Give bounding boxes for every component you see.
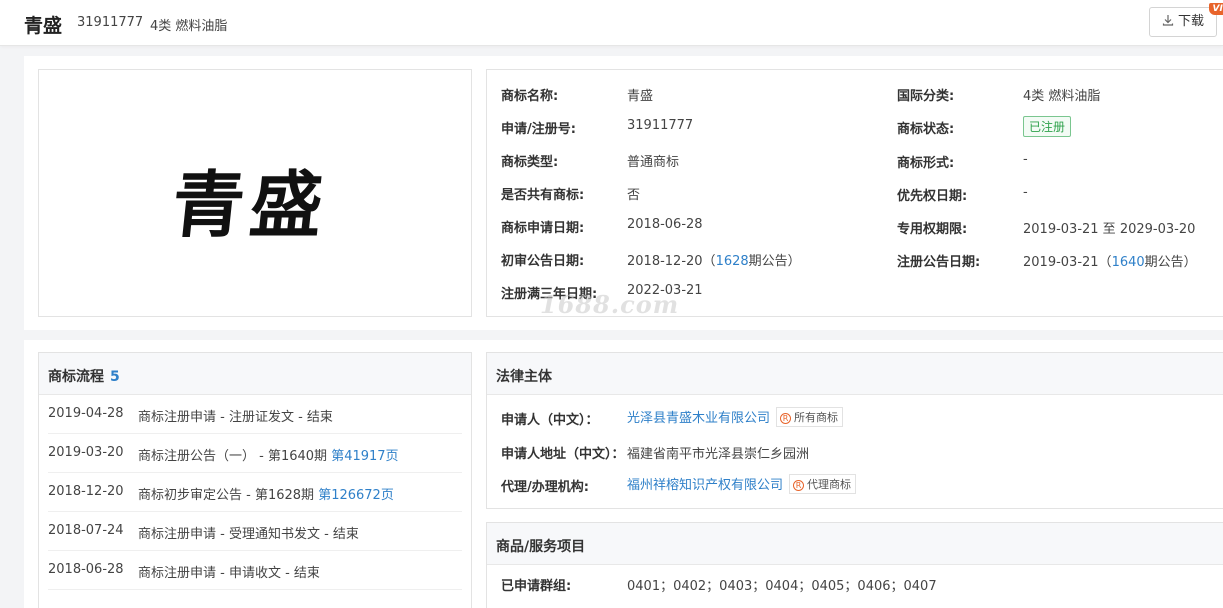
flow-desc: 商标注册申请 - 注册证发文 - 结束 [138,406,333,425]
vip-badge: VIP [1209,3,1223,15]
flow-row: 2018-07-24 商标注册申请 - 受理通知书发文 - 结束 [48,512,462,551]
agent-trademarks-tag[interactable]: R 代理商标 [789,474,857,494]
flow-title-text: 商标流程 [48,369,104,385]
flow-desc: 商标注册公告（一） - 第1640期 第41917页 [138,445,399,464]
agent-label: 代理/办理机构: [501,480,589,495]
label-form: 商标形式: [897,156,955,171]
flow-title: 商标流程 5 [48,366,120,386]
flow-desc-text: 商标注册申请 - 申请收文 - 结束 [138,566,320,581]
flow-desc-text: 商标注册公告（一） - 第1640期 [138,449,332,464]
flow-row: 2019-04-28 商标注册申请 - 注册证发文 - 结束 [48,395,462,434]
legal-title: 法律主体 [496,369,552,385]
all-trademarks-tag[interactable]: R 所有商标 [776,407,844,427]
download-icon [1162,15,1174,26]
label-status: 商标状态: [897,122,955,137]
flow-row: 2019-03-20 商标注册公告（一） - 第1640期 第41917页 [48,434,462,473]
flow-header: 商标流程 5 [39,353,471,395]
label-intl-class: 国际分类: [897,89,955,104]
agent-link[interactable]: 福州祥榕知识产权有限公司 [627,478,783,493]
registered-icon: R [780,413,792,424]
prelim-issue-link[interactable]: 1628 [716,254,749,269]
flow-desc: 商标注册申请 - 申请收文 - 结束 [138,562,320,581]
agent-value: 福州祥榕知识产权有限公司 R 代理商标 [627,474,857,494]
trademark-name: 青盛 [24,15,63,37]
flow-date: 2019-04-28 [48,406,124,421]
registered-icon: R [793,480,805,491]
flow-row: 2018-12-20 商标初步审定公告 - 第1628期 第126672页 [48,473,462,512]
label-priority-date: 优先权日期: [897,189,968,204]
label-type: 商标类型: [501,155,559,170]
label-prelim-date: 初审公告日期: [501,254,585,269]
trademark-info: 商标名称: 青盛 申请/注册号: 31911777 商标类型: 普通商标 是否共… [486,69,1223,317]
trademark-class: 4类 燃料油脂 [150,19,228,34]
value-shared: 否 [627,188,641,203]
value-form: - [1023,152,1028,167]
label-shared: 是否共有商标: [501,188,585,203]
address-label: 申请人地址（中文）： [501,447,625,462]
goods-title: 商品/服务项目 [496,539,586,555]
flow-date: 2018-06-28 [48,562,124,577]
trademark-image-box: 青盛 [38,69,472,317]
flow-desc-text: 商标注册申请 - 受理通知书发文 - 结束 [138,527,359,542]
registration-number: 31911777 [77,15,144,30]
value-apply-date: 2018-06-28 [627,217,703,232]
value-reg-notice-date: 2019-03-21（1640期公告） [1023,251,1197,270]
value-name: 青盛 [627,89,654,104]
value-intl-class: 4类 燃料油脂 [1023,89,1101,104]
prelim-date-text: 2018-12-20（ [627,254,716,269]
value-reg-no: 31911777 [627,118,694,133]
legal-header: 法律主体 [487,353,1223,395]
legal-entity: 法律主体 申请人（中文）： 光泽县青盛木业有限公司 R 所有商标 申请人地址（中文）… [486,352,1223,509]
flow-desc-text: 商标初步审定公告 - 第1628期 [138,488,319,503]
page-header: 青盛 31911777 4类 燃料油脂 下载 VIP [0,0,1223,46]
group-values: 0401；0402；0403；0404；0405；0406；0407 [627,579,937,594]
address-value: 福建省南平市光泽县崇仁乡园洲 [627,447,810,462]
value-exclusive-term: 2019-03-21 至 2029-03-20 [1023,222,1196,237]
flow-desc: 商标初步审定公告 - 第1628期 第126672页 [138,484,394,503]
trademark-flow: 商标流程 5 2019-04-28 商标注册申请 - 注册证发文 - 结束 201… [38,352,472,608]
flow-row: 2018-06-28 商标注册申请 - 申请收文 - 结束 [48,551,462,590]
flow-desc-text: 商标注册申请 - 注册证发文 - 结束 [138,410,333,425]
trademark-logo: 青盛 [167,162,333,247]
status-badge: 已注册 [1023,116,1072,137]
download-button[interactable]: 下载 [1149,7,1217,37]
flow-date: 2019-03-20 [48,445,124,460]
download-label: 下载 [1177,14,1204,29]
flow-date: 2018-12-20 [48,484,124,499]
applicant-value: 光泽县青盛木业有限公司 R 所有商标 [627,407,844,427]
label-exclusive-term: 专用权期限: [897,222,968,237]
value-prelim-date: 2018-12-20（1628期公告） [627,250,801,269]
label-apply-date: 商标申请日期: [501,221,585,236]
label-reg-notice-date: 注册公告日期: [897,255,981,270]
flow-count: 5 [110,369,120,385]
applicant-label: 申请人（中文）： [501,413,599,428]
flow-page-link[interactable]: 第126672页 [318,488,394,503]
label-reg-no: 申请/注册号: [501,122,576,137]
reg-notice-date-text: 2019-03-21（ [1023,255,1112,270]
value-priority-date: - [1023,185,1028,200]
goods-services: 商品/服务项目 已申请群组: 0401；0402；0403；0404；0405；… [486,522,1223,608]
agent-trademarks-label: 代理商标 [807,478,852,491]
value-type: 普通商标 [627,155,680,170]
flow-date: 2018-07-24 [48,523,124,538]
label-name: 商标名称: [501,89,559,104]
watermark: 1688.com [540,290,680,319]
prelim-issue-suffix: 期公告） [748,254,801,269]
all-trademarks-label: 所有商标 [794,411,839,424]
goods-header: 商品/服务项目 [487,523,1223,565]
group-label: 已申请群组: [501,579,572,594]
reg-issue-link[interactable]: 1640 [1112,255,1145,270]
flow-page-link[interactable]: 第41917页 [331,449,398,464]
reg-issue-suffix: 期公告） [1144,255,1197,270]
applicant-link[interactable]: 光泽县青盛木业有限公司 [627,411,770,426]
flow-desc: 商标注册申请 - 受理通知书发文 - 结束 [138,523,359,542]
